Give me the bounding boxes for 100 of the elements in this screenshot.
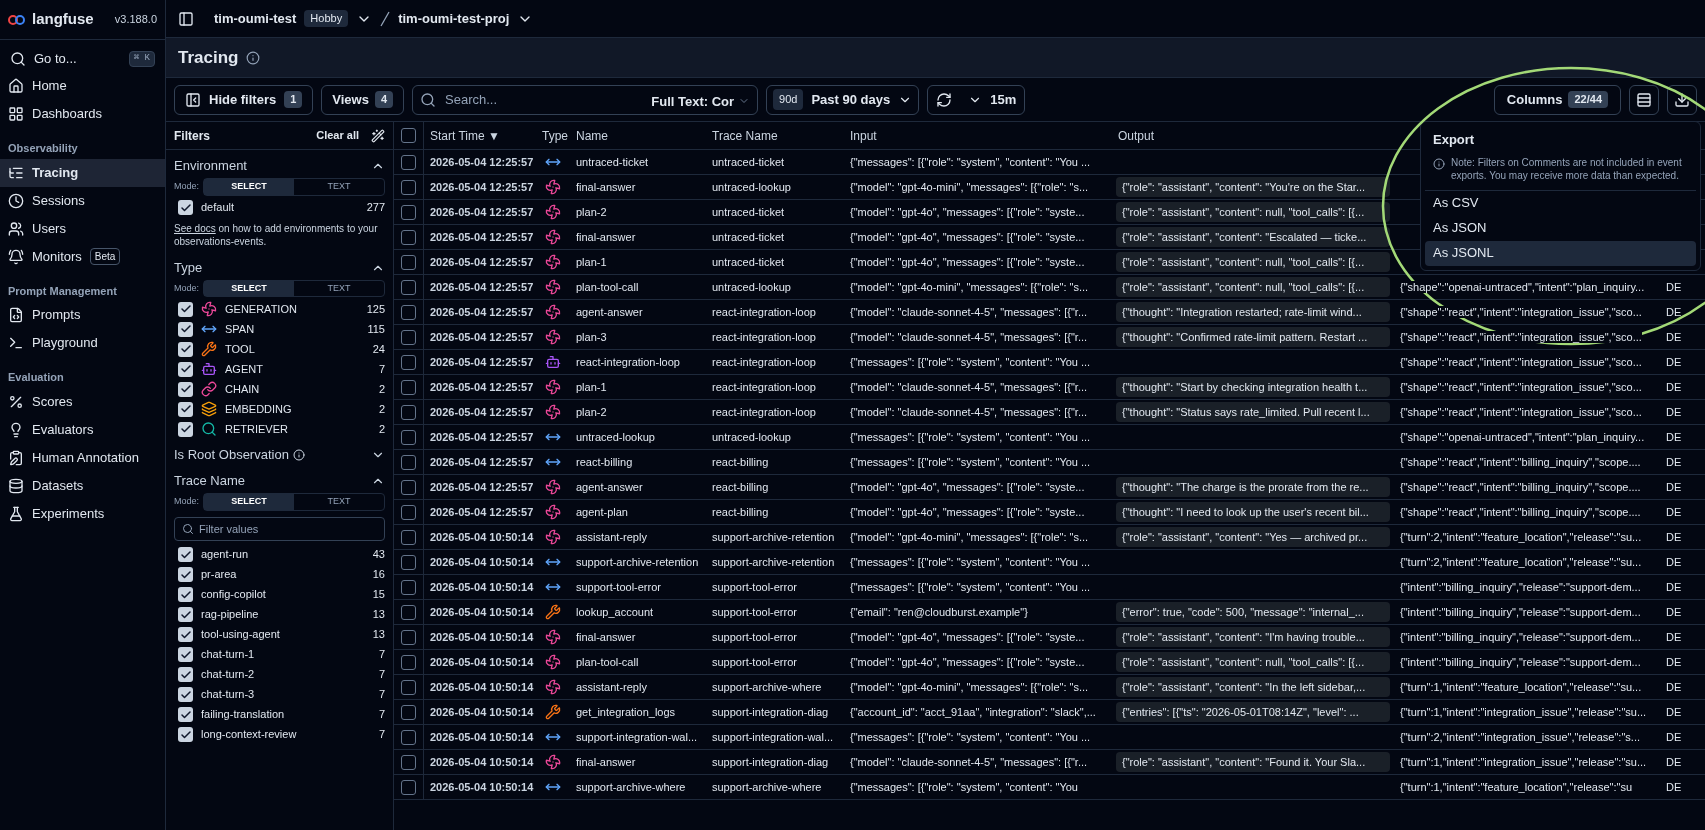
nav-item[interactable]: Datasets: [0, 471, 165, 500]
sidebar-toggle-icon[interactable]: [178, 10, 194, 27]
checkbox[interactable]: [401, 379, 416, 395]
mode-tab[interactable]: TEXT: [294, 179, 384, 195]
checkbox[interactable]: [178, 587, 193, 602]
checkbox[interactable]: [178, 687, 193, 702]
filter-section-header[interactable]: Is Root Observation: [174, 445, 385, 465]
clear-all-link[interactable]: Clear all: [316, 127, 359, 144]
nav-item[interactable]: Human Annotation: [0, 443, 165, 472]
checkbox[interactable]: [178, 341, 193, 357]
nav-item[interactable]: Playground: [0, 329, 165, 357]
checkbox[interactable]: [178, 567, 193, 582]
filter-option[interactable]: chat-turn-3 7: [174, 684, 385, 705]
filter-values-field[interactable]: Filter values: [174, 516, 385, 541]
checkbox[interactable]: [401, 579, 416, 595]
mode-tab[interactable]: SELECT: [204, 179, 294, 195]
export-option[interactable]: As JSON: [1425, 215, 1696, 241]
checkbox[interactable]: [401, 329, 416, 345]
checkbox[interactable]: [401, 754, 416, 770]
filter-option[interactable]: AGENT 7: [174, 359, 385, 379]
nav-item[interactable]: Sessions: [0, 186, 165, 215]
filter-option[interactable]: rag-pipeline 13: [174, 604, 385, 625]
nav-item[interactable]: Dashboards: [0, 100, 165, 128]
checkbox[interactable]: [401, 304, 416, 320]
checkbox[interactable]: [401, 404, 416, 420]
checkbox[interactable]: [401, 429, 416, 445]
nav-item[interactable]: Prompts: [0, 301, 165, 329]
filter-option[interactable]: RETRIEVER 2: [174, 419, 385, 439]
checkbox[interactable]: [401, 704, 416, 720]
nav-item[interactable]: Scores: [0, 387, 165, 416]
see-docs-link[interactable]: See docs: [174, 222, 216, 234]
views-button[interactable]: Views 4: [321, 84, 405, 115]
hide-filters-button[interactable]: Hide filters 1: [174, 84, 314, 115]
filter-option[interactable]: EMBEDDING 2: [174, 399, 385, 419]
checkbox[interactable]: [401, 679, 416, 695]
filter-option[interactable]: pr-area 16: [174, 564, 385, 585]
checkbox[interactable]: [401, 128, 416, 143]
column-header[interactable]: Input: [844, 126, 1112, 145]
column-header[interactable]: Output: [1112, 126, 1394, 145]
filter-option[interactable]: chat-turn-2 7: [174, 664, 385, 685]
filter-section-header[interactable]: Trace Name: [174, 471, 385, 491]
nav-item[interactable]: Tracing: [0, 158, 165, 187]
filter-section-header[interactable]: Environment: [174, 156, 385, 176]
checkbox[interactable]: [401, 729, 416, 745]
checkbox[interactable]: [401, 229, 416, 245]
refresh-button[interactable]: 15m: [927, 84, 1026, 115]
column-header[interactable]: Type: [536, 126, 570, 145]
date-range-button[interactable]: 90d Past 90 days: [766, 84, 920, 115]
checkbox[interactable]: [401, 454, 416, 470]
checkbox[interactable]: [178, 421, 193, 437]
mode-tab[interactable]: TEXT: [294, 494, 384, 510]
checkbox[interactable]: [178, 727, 193, 742]
checkbox[interactable]: [401, 779, 416, 795]
checkbox[interactable]: [178, 547, 193, 562]
checkbox[interactable]: [401, 604, 416, 620]
checkbox[interactable]: [401, 554, 416, 570]
checkbox[interactable]: [401, 204, 416, 220]
filter-option[interactable]: agent-run 43: [174, 544, 385, 565]
magic-wand-icon[interactable]: [371, 128, 385, 143]
checkbox[interactable]: [401, 504, 416, 520]
filter-option[interactable]: default 277: [174, 197, 385, 218]
checkbox[interactable]: [401, 479, 416, 495]
nav-item[interactable]: Home: [0, 72, 165, 100]
checkbox[interactable]: [178, 401, 193, 417]
search-mode-dropdown[interactable]: Full Text: Cor: [651, 91, 751, 111]
filter-option[interactable]: tool-using-agent 13: [174, 624, 385, 645]
checkbox[interactable]: [178, 607, 193, 622]
column-header[interactable]: Trace Name: [706, 126, 844, 145]
checkbox[interactable]: [401, 529, 416, 545]
nav-item[interactable]: Users: [0, 214, 165, 243]
filter-option[interactable]: failing-translation 7: [174, 704, 385, 725]
checkbox[interactable]: [178, 361, 193, 377]
checkbox[interactable]: [401, 654, 416, 670]
filter-option[interactable]: config-copilot 15: [174, 584, 385, 605]
nav-item[interactable]: Evaluators: [0, 415, 165, 444]
checkbox[interactable]: [178, 667, 193, 682]
column-header[interactable]: Start Time ▼: [424, 126, 536, 145]
filter-option[interactable]: long-context-review 7: [174, 724, 385, 745]
checkbox[interactable]: [178, 627, 193, 642]
columns-button[interactable]: Columns 22/44: [1493, 84, 1621, 115]
mode-tab[interactable]: SELECT: [204, 494, 294, 510]
nav-item[interactable]: Monitors Beta: [0, 242, 165, 271]
filter-option[interactable]: TOOL 24: [174, 339, 385, 359]
checkbox[interactable]: [401, 279, 416, 295]
filter-option[interactable]: SPAN 115: [174, 319, 385, 339]
checkbox[interactable]: [178, 301, 193, 317]
checkbox[interactable]: [401, 154, 416, 170]
filter-option[interactable]: CHAIN 2: [174, 379, 385, 399]
checkbox[interactable]: [178, 647, 193, 662]
nav-item[interactable]: Experiments: [0, 499, 165, 528]
checkbox[interactable]: [178, 200, 193, 215]
download-button[interactable]: [1667, 84, 1697, 115]
checkbox[interactable]: [178, 707, 193, 722]
checkbox[interactable]: [178, 321, 193, 337]
row-density-button[interactable]: [1629, 84, 1659, 115]
filter-option[interactable]: chat-turn-1 7: [174, 644, 385, 665]
checkbox[interactable]: [401, 354, 416, 370]
checkbox[interactable]: [401, 629, 416, 645]
export-option[interactable]: As CSV: [1425, 190, 1696, 216]
checkbox[interactable]: [401, 254, 416, 270]
